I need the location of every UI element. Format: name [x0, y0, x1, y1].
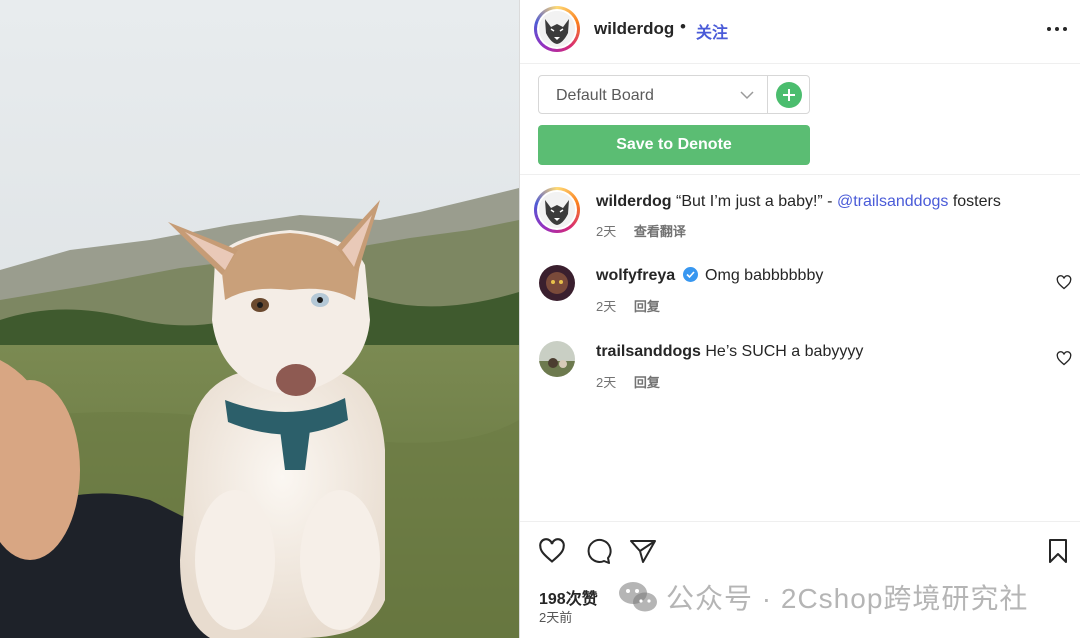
caption-time: 2天: [596, 224, 617, 239]
post-side-panel: wilderdog • 关注 Default Board Save to Den…: [519, 0, 1080, 638]
watermark: 公众号 · 2Cshop跨境研究社: [618, 577, 1028, 617]
save-to-denote-button[interactable]: Save to Denote: [538, 125, 810, 165]
plus-icon: [783, 89, 795, 101]
caption-body-end: fosters: [948, 193, 1001, 210]
comment-bubble-icon[interactable]: [584, 537, 612, 565]
wolf-logo-icon: [539, 11, 575, 47]
husky-puppy-photo: [0, 0, 519, 638]
caption-username[interactable]: wilderdog: [596, 193, 672, 210]
heart-icon[interactable]: [1056, 275, 1072, 290]
caption-author-avatar[interactable]: [534, 187, 580, 233]
board-select[interactable]: Default Board: [538, 75, 768, 114]
caption-text: wilderdog “But I’m just a baby!” - @trai…: [596, 193, 1001, 211]
paper-plane-icon[interactable]: [629, 538, 657, 564]
author-username[interactable]: wilderdog: [594, 19, 674, 39]
comment-time: 2天: [596, 299, 617, 314]
caption-body-start: “But I’m just a baby!” -: [676, 193, 837, 210]
divider: [520, 174, 1080, 175]
reply-button[interactable]: 回复: [634, 299, 660, 314]
comment-body: Omg babbbbbby: [705, 267, 824, 284]
watermark-text: 公众号 · 2Cshop跨境研究社: [666, 583, 1029, 614]
post-time: 2天前: [539, 610, 573, 625]
chevron-down-icon: [740, 91, 754, 100]
bookmark-icon[interactable]: [1047, 538, 1069, 564]
like-heart-icon[interactable]: [538, 538, 566, 564]
comment-meta: 2天 回复: [596, 372, 674, 391]
wechat-logo-icon: [619, 582, 657, 612]
follow-button[interactable]: 关注: [696, 19, 728, 43]
comment-text: trailsanddogs He’s SUCH a babyyyy: [596, 343, 863, 361]
commenter-avatar[interactable]: [539, 265, 575, 301]
comment-time: 2天: [596, 375, 617, 390]
author-avatar[interactable]: [534, 6, 580, 52]
separator-dot: •: [680, 17, 686, 36]
avatar-photo: [539, 265, 575, 301]
board-select-value: Default Board: [556, 87, 654, 104]
verified-badge-icon: [682, 267, 698, 282]
heart-icon[interactable]: [1056, 351, 1072, 366]
like-count[interactable]: 198次赞: [539, 585, 598, 609]
commenter-username[interactable]: trailsanddogs: [596, 343, 701, 360]
comment-text: wolfyfreya Omg babbbbbby: [596, 267, 823, 285]
wolf-logo-icon: [539, 192, 575, 228]
add-board-button[interactable]: [767, 75, 810, 114]
actions-divider: [520, 521, 1080, 522]
commenter-avatar[interactable]: [539, 341, 575, 377]
reply-button[interactable]: 回复: [634, 375, 660, 390]
caption-mention-link[interactable]: @trailsanddogs: [837, 193, 948, 210]
commenter-username[interactable]: wolfyfreya: [596, 267, 675, 284]
post-photo: [0, 0, 519, 638]
comment-meta: 2天 回复: [596, 296, 674, 315]
comment-body: He’s SUCH a babyyyy: [705, 343, 864, 360]
more-horizontal-icon[interactable]: [1042, 14, 1072, 44]
post-header: wilderdog • 关注: [520, 0, 1080, 64]
caption-meta: 2天 查看翻译: [596, 221, 700, 240]
see-translation-button[interactable]: 查看翻译: [634, 224, 686, 239]
avatar-photo: [539, 341, 575, 377]
